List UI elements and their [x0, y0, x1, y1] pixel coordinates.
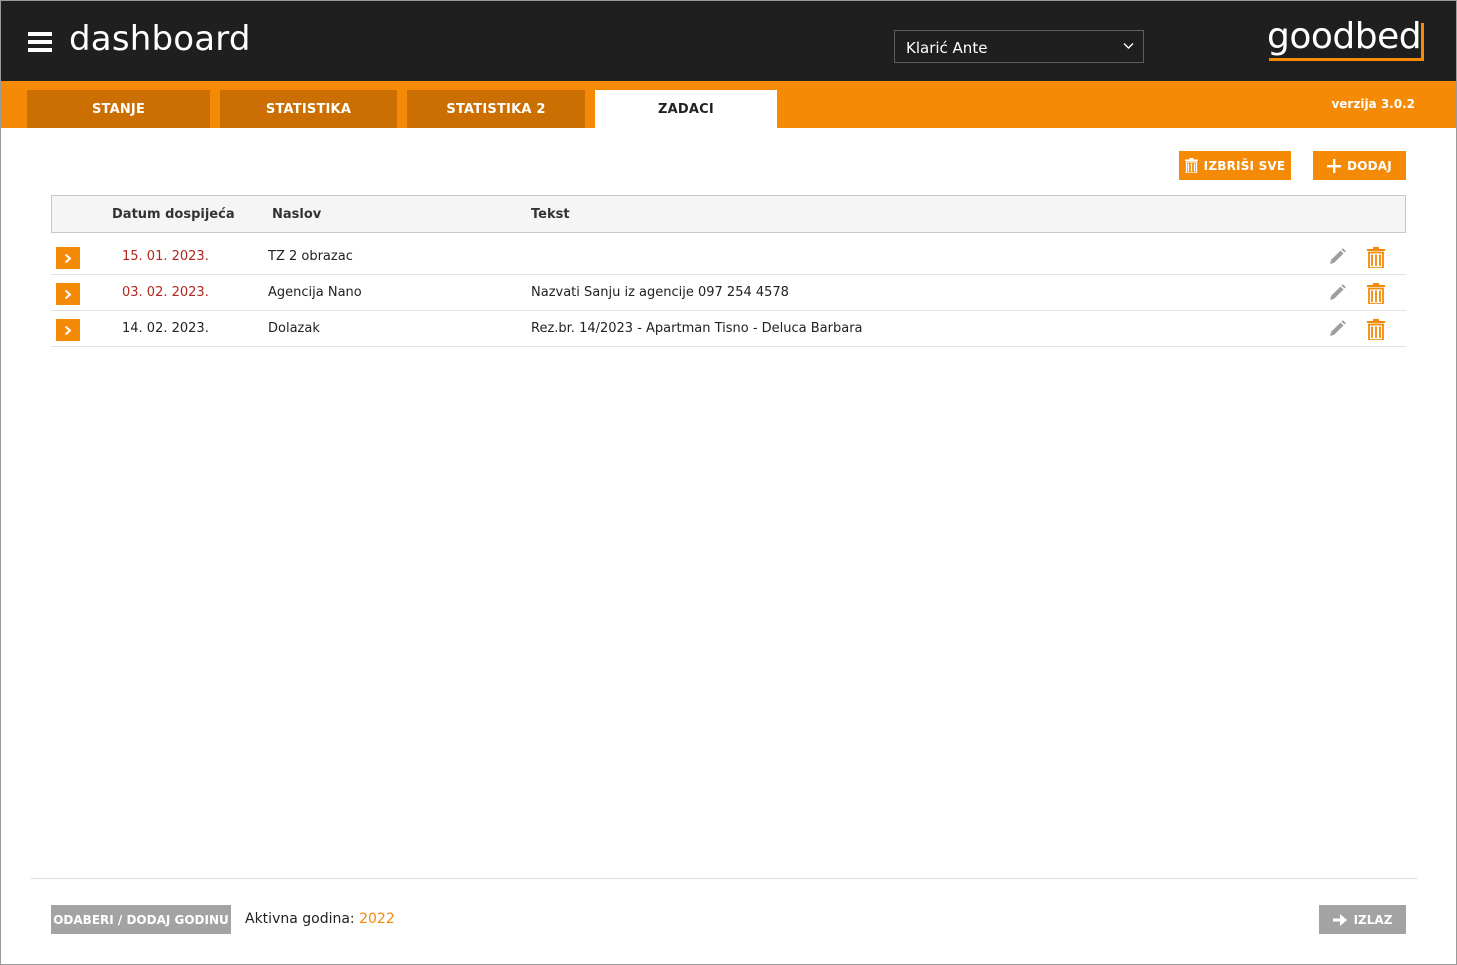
user-select[interactable]: Klarić Ante [894, 30, 1144, 63]
arrow-right-icon [1332, 913, 1347, 926]
tab-stanje[interactable]: STANJE [27, 90, 210, 128]
expand-row-button[interactable] [56, 283, 80, 305]
expand-row-button[interactable] [56, 319, 80, 341]
table-row: 15. 01. 2023. TZ 2 obrazac [51, 239, 1406, 275]
pencil-icon[interactable] [1327, 319, 1347, 339]
add-button[interactable]: DODAJ [1313, 151, 1406, 180]
row-due-date: 15. 01. 2023. [122, 249, 209, 264]
trash-icon[interactable] [1367, 283, 1385, 304]
footer-divider [31, 878, 1417, 879]
table-row: 03. 02. 2023. Agencija Nano Nazvati Sanj… [51, 275, 1406, 311]
chevron-right-icon [64, 253, 72, 263]
row-due-date: 14. 02. 2023. [122, 321, 209, 336]
expand-row-button[interactable] [56, 247, 80, 269]
trash-icon [1184, 158, 1198, 173]
table-row: 14. 02. 2023. Dolazak Rez.br. 14/2023 - … [51, 311, 1406, 347]
row-title: Agencija Nano [268, 285, 362, 300]
app-title: dashboard [69, 19, 251, 59]
chevron-right-icon [64, 325, 72, 335]
trash-icon[interactable] [1367, 247, 1385, 268]
row-text: Rez.br. 14/2023 - Apartman Tisno - Deluc… [531, 321, 863, 336]
column-header-due-date[interactable]: Datum dospijeća [112, 207, 235, 222]
row-title: Dolazak [268, 321, 320, 336]
table-header: Datum dospijeća Naslov Tekst [51, 195, 1406, 233]
pencil-icon[interactable] [1327, 283, 1347, 303]
version-label: verzija 3.0.2 [1331, 97, 1415, 111]
tasks-table: Datum dospijeća Naslov Tekst 15. 01. 202… [51, 195, 1406, 347]
row-title: TZ 2 obrazac [268, 249, 353, 264]
exit-label: IZLAZ [1353, 912, 1393, 927]
tab-zadaci[interactable]: ZADACI [595, 90, 777, 128]
header-bar: dashboard Klarić Ante goodbed [1, 1, 1456, 81]
goodbed-logo: goodbed [1267, 17, 1424, 61]
column-header-title[interactable]: Naslov [272, 207, 321, 222]
tab-bar: STANJE STATISTIKA STATISTIKA 2 ZADACI ve… [1, 81, 1456, 128]
delete-all-button[interactable]: IZBRIŠI SVE [1179, 151, 1291, 180]
row-text: Nazvati Sanju iz agencije 097 254 4578 [531, 285, 789, 300]
tab-statistika[interactable]: STATISTIKA [220, 90, 397, 128]
window-frame [0, 0, 1457, 965]
add-label: DODAJ [1347, 158, 1392, 173]
column-header-text[interactable]: Tekst [531, 207, 570, 222]
row-due-date: 03. 02. 2023. [122, 285, 209, 300]
active-year-label: Aktivna godina: [245, 911, 355, 927]
tab-statistika-2[interactable]: STATISTIKA 2 [407, 90, 585, 128]
hamburger-menu-icon[interactable] [28, 32, 52, 54]
pencil-icon[interactable] [1327, 247, 1347, 267]
trash-icon[interactable] [1367, 319, 1385, 340]
user-select-value: Klarić Ante [906, 39, 988, 57]
active-year-info: Aktivna godina: 2022 [245, 911, 395, 927]
select-year-button[interactable]: ODABERI / DODAJ GODINU [51, 905, 231, 934]
active-year-value: 2022 [359, 911, 395, 927]
chevron-right-icon [64, 289, 72, 299]
delete-all-label: IZBRIŠI SVE [1203, 158, 1286, 173]
chevron-down-icon [1123, 43, 1134, 49]
plus-icon [1327, 158, 1342, 173]
exit-button[interactable]: IZLAZ [1319, 905, 1406, 934]
